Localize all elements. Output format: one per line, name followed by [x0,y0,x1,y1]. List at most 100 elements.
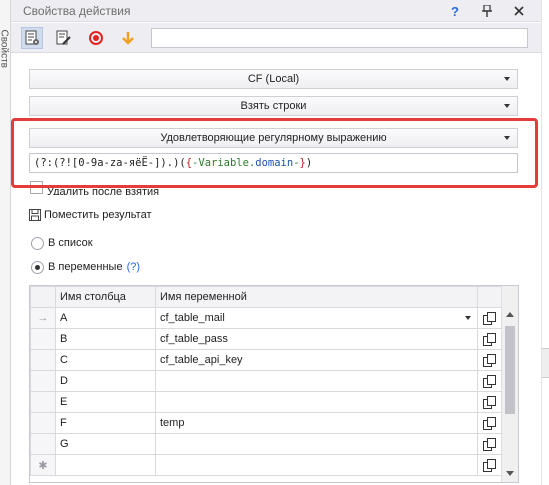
to-list-label: В список [48,237,93,249]
chevron-down-icon [503,129,511,147]
regex-var-prefix: -Variable. [192,157,256,169]
to-vars-radio-row[interactable]: В переменные (?) [31,259,140,275]
toolbar [11,23,541,53]
pin-button[interactable] [477,1,497,21]
copy-button[interactable] [477,328,502,350]
to-vars-radio[interactable] [31,260,44,274]
operation-dropdown-value: Взять строки [240,100,307,112]
column-name-cell[interactable]: D [55,370,156,392]
chevron-down-icon [503,70,511,88]
copy-icon [483,437,496,451]
table-row[interactable]: → A cf_table_mail [30,307,502,329]
edit-notes-button[interactable] [52,27,74,49]
variable-cell[interactable] [155,454,478,476]
regex-suffix: ) [305,157,313,169]
column-name-cell[interactable]: G [55,433,156,455]
pin-icon [482,5,492,17]
column-name-cell[interactable] [55,454,156,476]
copy-icon [483,311,496,325]
copy-button[interactable] [477,412,502,434]
variable-cell[interactable] [155,433,478,455]
row-indicator [30,391,56,413]
column-variable-grid: Имя столбца Имя переменной → A cf_table_… [29,285,519,483]
copy-icon [483,332,496,346]
copy-icon [483,353,496,367]
help-button[interactable]: ? [445,1,465,21]
column-name-cell[interactable]: A [55,307,156,329]
table-row[interactable]: D [30,370,502,392]
row-indicator [30,328,56,350]
scroll-thumb[interactable] [505,326,515,414]
variable-cell[interactable] [155,370,478,392]
filter-dropdown[interactable]: Удовлетворяющие регулярному выражению [29,128,518,148]
regex-prefix: (?:(?![0-9a-za-яёЁ-]).)( [34,157,186,169]
header-variable-name[interactable]: Имя переменной [155,286,478,308]
to-list-radio[interactable] [31,236,44,250]
filter-dropdown-value: Удовлетворяющие регулярному выражению [160,132,387,144]
save-result-label: Поместить результат [44,209,152,221]
row-indicator [30,370,56,392]
window-title: Свойства действия [23,4,131,18]
save-result-row: Поместить результат [29,207,152,223]
left-dock-strip[interactable]: Свойств [0,0,11,485]
source-dropdown[interactable]: CF (Local) [29,69,518,89]
regex-input[interactable]: (?:(?![0-9a-za-яёЁ-]).)({-Variable.domai… [29,153,518,173]
copy-icon [483,374,496,388]
new-row[interactable]: ✱ [30,454,502,476]
record-button[interactable] [85,27,107,49]
variable-cell[interactable]: cf_table_pass [155,328,478,350]
copy-button[interactable] [477,433,502,455]
arrow-down-icon [122,32,134,45]
record-icon [89,31,103,45]
column-name-cell[interactable]: E [55,391,156,413]
header-indicator [30,286,56,308]
variable-cell[interactable]: temp [155,412,478,434]
operation-dropdown[interactable]: Взять строки [29,96,518,116]
column-name-cell[interactable]: C [55,349,156,371]
move-down-button[interactable] [117,27,139,49]
table-row[interactable]: B cf_table_pass [30,328,502,350]
row-indicator [30,412,56,434]
table-row[interactable]: F temp [30,412,502,434]
action-settings-button[interactable] [21,27,43,49]
right-backdrop [541,0,549,485]
variable-cell[interactable] [155,391,478,413]
document-settings-icon [25,30,39,45]
copy-button[interactable] [477,454,502,476]
grid-header-row: Имя столбца Имя переменной [30,286,502,308]
copy-button[interactable] [477,307,502,329]
variable-value: cf_table_mail [160,312,225,324]
grid-scrollbar[interactable] [501,286,518,482]
table-row[interactable]: G [30,433,502,455]
right-backdrop-stub [542,348,549,378]
column-name-cell[interactable]: F [55,412,156,434]
to-vars-label: В переменные [48,261,123,273]
table-row[interactable]: C cf_table_api_key [30,349,502,371]
copy-button[interactable] [477,391,502,413]
to-list-radio-row[interactable]: В список [31,235,93,251]
scroll-down-icon[interactable] [506,471,514,476]
copy-button[interactable] [477,349,502,371]
copy-button[interactable] [477,370,502,392]
grid-table: Имя столбца Имя переменной → A cf_table_… [30,286,502,476]
chevron-down-icon[interactable] [465,316,471,320]
copy-icon [483,458,496,472]
close-icon [514,6,524,16]
variable-cell[interactable]: cf_table_mail [155,307,478,329]
row-indicator [30,433,56,455]
properties-panel: CF (Local) Взять строки Удалить после вз… [11,54,541,485]
document-edit-icon [56,30,71,45]
close-button[interactable] [509,1,529,21]
to-vars-help-link[interactable]: (?) [127,261,140,273]
left-dock-label: Свойств [0,29,10,68]
copy-icon [483,416,496,430]
row-indicator [30,349,56,371]
scroll-up-icon[interactable] [506,312,514,317]
new-row-indicator: ✱ [30,454,56,476]
header-column-name[interactable]: Имя столбца [55,286,156,308]
table-row[interactable]: E [30,391,502,413]
variable-cell[interactable]: cf_table_api_key [155,349,478,371]
column-name-cell[interactable]: B [55,328,156,350]
toolbar-text-field[interactable] [151,28,528,48]
chevron-down-icon [503,97,511,115]
